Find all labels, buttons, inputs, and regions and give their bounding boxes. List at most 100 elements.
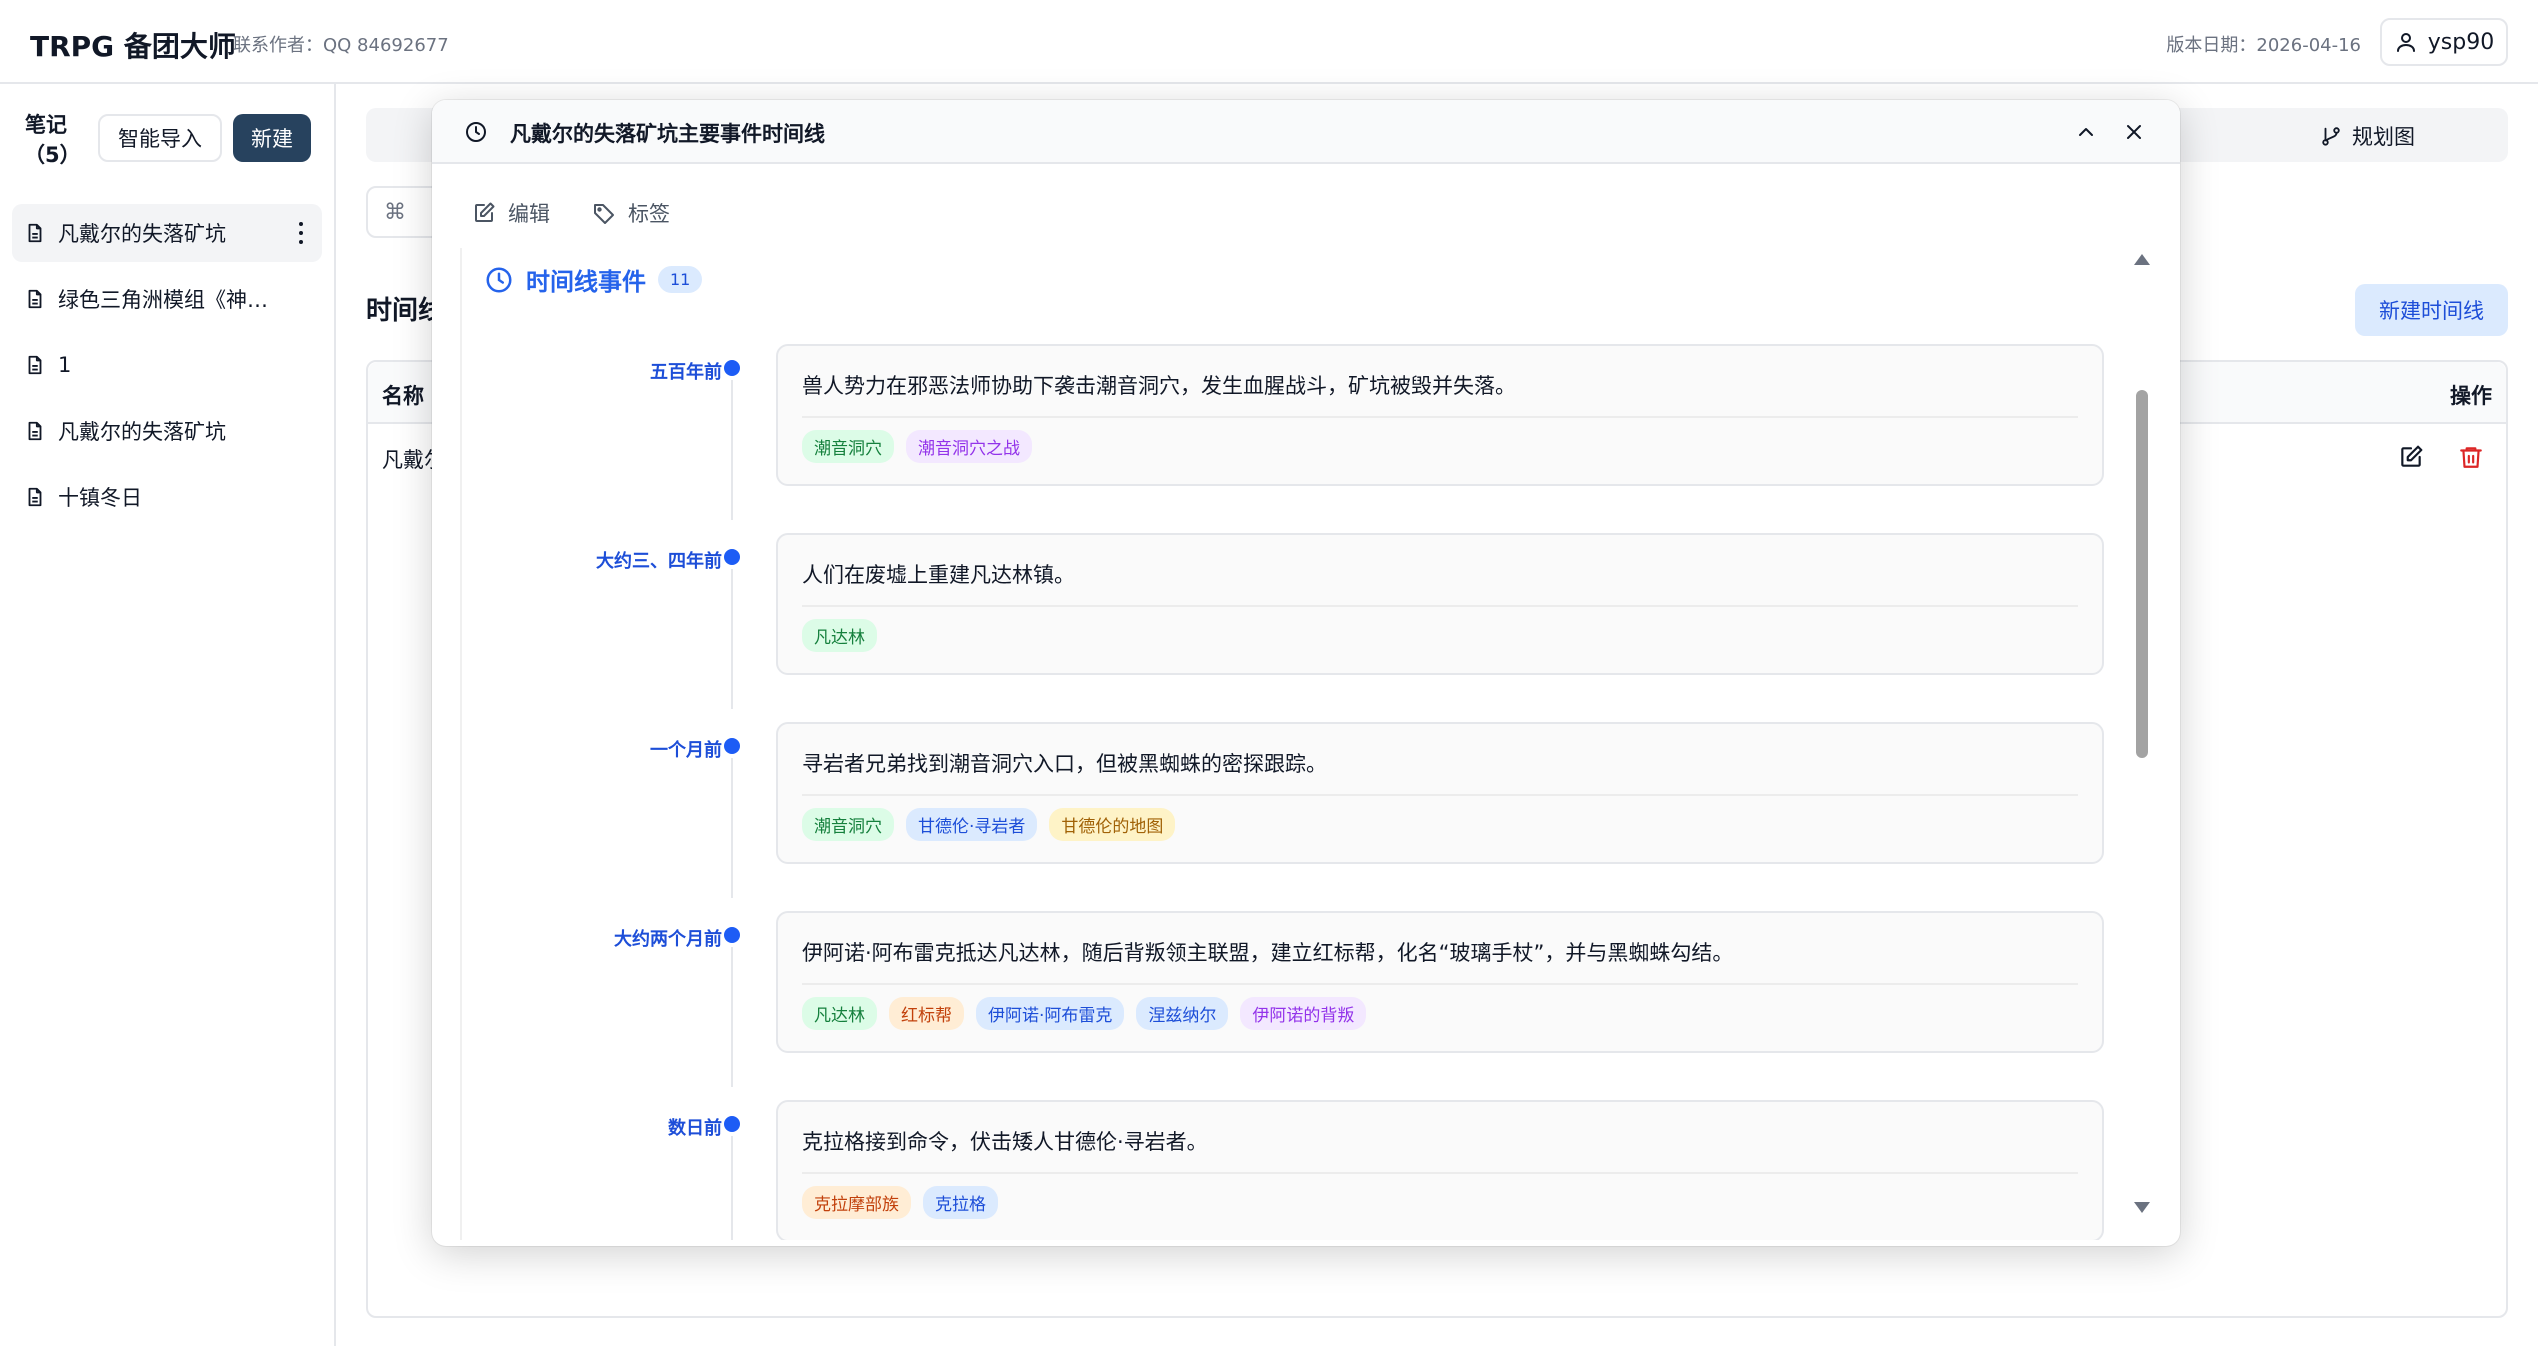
git-branch-icon bbox=[2322, 127, 2340, 146]
scrollbar-thumb[interactable] bbox=[2136, 390, 2148, 758]
edit-button[interactable]: 编辑 bbox=[472, 198, 550, 228]
note-title: 凡戴尔的失落矿坑 bbox=[58, 222, 226, 246]
document-icon bbox=[28, 487, 42, 507]
document-icon bbox=[28, 223, 42, 243]
event-divider bbox=[802, 605, 2078, 607]
user-menu-button[interactable]: ysp90 bbox=[2380, 18, 2508, 66]
event-card[interactable]: 伊阿诺·阿布雷克抵达凡达林，随后背叛领主联盟，建立红标帮，化名“玻璃手杖”，并与… bbox=[776, 911, 2104, 1053]
event-card[interactable]: 寻岩者兄弟找到潮音洞穴入口，但被黑蜘蛛的密探跟踪。 潮音洞穴 甘德伦·寻岩者 甘… bbox=[776, 722, 2104, 864]
timeline-connector bbox=[731, 569, 733, 709]
edit-icon bbox=[475, 202, 495, 222]
planning-map-label: 规划图 bbox=[2352, 125, 2415, 149]
timeline-connector bbox=[731, 947, 733, 1087]
timeline-connector bbox=[731, 758, 733, 898]
timeline-dot bbox=[724, 927, 740, 943]
tags-label: 标签 bbox=[628, 202, 670, 226]
event-tag[interactable]: 凡达林 bbox=[802, 619, 877, 652]
modal-title: 凡戴尔的失落矿坑主要事件时间线 bbox=[510, 122, 825, 146]
timeline-scroll-area[interactable]: 时间线事件 11 五百年前 兽人势力在邪恶法师协助下袭击潮音洞穴，发生血腥战斗，… bbox=[460, 248, 2124, 1240]
trash-icon[interactable] bbox=[2458, 444, 2484, 470]
event-time: 大约两个月前 bbox=[614, 929, 722, 950]
event-tag[interactable]: 潮音洞穴 bbox=[802, 430, 894, 463]
top-header: TRPG 备团大师 联系作者：QQ 84692677 版本日期：2026-04-… bbox=[0, 0, 2538, 84]
event-tag[interactable]: 克拉格 bbox=[923, 1186, 998, 1219]
event-tag[interactable]: 伊阿诺的背叛 bbox=[1240, 997, 1367, 1030]
column-header-actions: 操作 bbox=[2450, 384, 2492, 408]
modal-action-bar: 编辑 标签 bbox=[472, 198, 670, 228]
event-tag[interactable]: 涅兹纳尔 bbox=[1136, 997, 1229, 1030]
event-tags: 潮音洞穴 潮音洞穴之战 bbox=[802, 430, 1032, 463]
note-item[interactable]: 绿色三角洲模组《神秘的废墟》 bbox=[12, 270, 322, 328]
document-icon bbox=[28, 289, 42, 309]
event-divider bbox=[802, 416, 2078, 418]
note-item[interactable]: 凡戴尔的失落矿坑 bbox=[12, 204, 322, 262]
timeline-connector bbox=[731, 1136, 733, 1240]
events-count-badge: 11 bbox=[658, 266, 703, 293]
new-note-button[interactable]: 新建 bbox=[233, 114, 311, 162]
note-title: 绿色三角洲模组《神秘的废墟》 bbox=[58, 288, 270, 312]
edit-icon[interactable] bbox=[2398, 444, 2424, 470]
planning-map-tab[interactable]: 规划图 bbox=[2320, 118, 2415, 154]
close-icon[interactable] bbox=[2122, 120, 2146, 144]
note-title: 十镇冬日 bbox=[58, 486, 142, 510]
clock-icon bbox=[466, 122, 486, 142]
event-description: 克拉格接到命令，伏击矮人甘德伦·寻岩者。 bbox=[802, 1130, 1208, 1154]
event-divider bbox=[802, 1172, 2078, 1174]
note-item[interactable]: 十镇冬日 bbox=[12, 468, 322, 526]
modal-header: 凡戴尔的失落矿坑主要事件时间线 bbox=[432, 100, 2180, 164]
edit-label: 编辑 bbox=[508, 202, 550, 226]
event-time: 五百年前 bbox=[650, 362, 722, 383]
event-tag[interactable]: 红标帮 bbox=[889, 997, 964, 1030]
smart-import-button[interactable]: 智能导入 bbox=[98, 114, 222, 162]
notes-count-label: 笔记（5） bbox=[24, 113, 81, 167]
event-tags: 凡达林 红标帮 伊阿诺·阿布雷克 涅兹纳尔 伊阿诺的背叛 bbox=[802, 997, 1367, 1030]
username: ysp90 bbox=[2427, 29, 2495, 55]
event-time: 数日前 bbox=[668, 1118, 722, 1139]
note-item[interactable]: 1 bbox=[12, 336, 322, 394]
event-description: 伊阿诺·阿布雷克抵达凡达林，随后背叛领主联盟，建立红标帮，化名“玻璃手杖”，并与… bbox=[802, 941, 1734, 965]
timeline-events-heading: 时间线事件 11 bbox=[484, 262, 703, 297]
scroll-up-arrow[interactable] bbox=[2134, 254, 2150, 265]
note-title: 1 bbox=[58, 353, 72, 377]
event-description: 人们在废墟上重建凡达林镇。 bbox=[802, 563, 1075, 587]
timeline-dot bbox=[724, 549, 740, 565]
timeline-event: 数日前 克拉格接到命令，伏击矮人甘德伦·寻岩者。 克拉摩部族 克拉格 bbox=[462, 1100, 2124, 1240]
event-card[interactable]: 兽人势力在邪恶法师协助下袭击潮音洞穴，发生血腥战斗，矿坑被毁并失落。 潮音洞穴 … bbox=[776, 344, 2104, 486]
timeline-events-title: 时间线事件 bbox=[526, 268, 646, 296]
event-tag[interactable]: 潮音洞穴之战 bbox=[906, 430, 1032, 463]
event-tag[interactable]: 潮音洞穴 bbox=[802, 808, 894, 841]
event-tag[interactable]: 甘德伦·寻岩者 bbox=[906, 808, 1038, 841]
event-card[interactable]: 人们在废墟上重建凡达林镇。 凡达林 bbox=[776, 533, 2104, 675]
event-tag[interactable]: 凡达林 bbox=[802, 997, 877, 1030]
event-description: 兽人势力在邪恶法师协助下袭击潮音洞穴，发生血腥战斗，矿坑被毁并失落。 bbox=[802, 374, 1516, 398]
note-title: 凡戴尔的失落矿坑 bbox=[58, 420, 226, 444]
timeline-event: 大约三、四年前 人们在废墟上重建凡达林镇。 凡达林 bbox=[462, 533, 2124, 723]
event-divider bbox=[802, 794, 2078, 796]
version-date: 版本日期：2026-04-16 bbox=[2166, 35, 2361, 56]
note-item[interactable]: 凡戴尔的失落矿坑 bbox=[12, 402, 322, 460]
timeline-event: 一个月前 寻岩者兄弟找到潮音洞穴入口，但被黑蜘蛛的密探跟踪。 潮音洞穴 甘德伦·… bbox=[462, 722, 2124, 912]
tags-button[interactable]: 标签 bbox=[592, 198, 670, 228]
event-time: 大约三、四年前 bbox=[596, 551, 722, 572]
timeline-connector bbox=[731, 380, 733, 520]
event-tags: 克拉摩部族 克拉格 bbox=[802, 1186, 998, 1219]
document-icon bbox=[28, 421, 42, 441]
new-timeline-button[interactable]: 新建时间线 bbox=[2355, 284, 2508, 336]
event-tag[interactable]: 伊阿诺·阿布雷克 bbox=[976, 997, 1125, 1030]
event-card[interactable]: 克拉格接到命令，伏击矮人甘德伦·寻岩者。 克拉摩部族 克拉格 bbox=[776, 1100, 2104, 1240]
event-tag[interactable]: 克拉摩部族 bbox=[802, 1186, 911, 1219]
clock-icon bbox=[486, 267, 512, 292]
event-tag[interactable]: 甘德伦的地图 bbox=[1049, 808, 1176, 841]
app-title: TRPG 备团大师 bbox=[30, 30, 236, 63]
timeline-dot bbox=[724, 738, 740, 754]
event-divider bbox=[802, 983, 2078, 985]
more-options-icon[interactable] bbox=[298, 222, 304, 244]
scroll-down-arrow[interactable] bbox=[2134, 1202, 2150, 1213]
chevron-up-icon[interactable] bbox=[2074, 120, 2098, 144]
tag-icon bbox=[594, 204, 614, 224]
event-time: 一个月前 bbox=[650, 740, 722, 761]
timeline-event: 大约两个月前 伊阿诺·阿布雷克抵达凡达林，随后背叛领主联盟，建立红标帮，化名“玻… bbox=[462, 911, 2124, 1101]
event-description: 寻岩者兄弟找到潮音洞穴入口，但被黑蜘蛛的密探跟踪。 bbox=[802, 752, 1327, 776]
event-tags: 凡达林 bbox=[802, 619, 877, 652]
column-header-name: 名称 bbox=[382, 384, 424, 408]
